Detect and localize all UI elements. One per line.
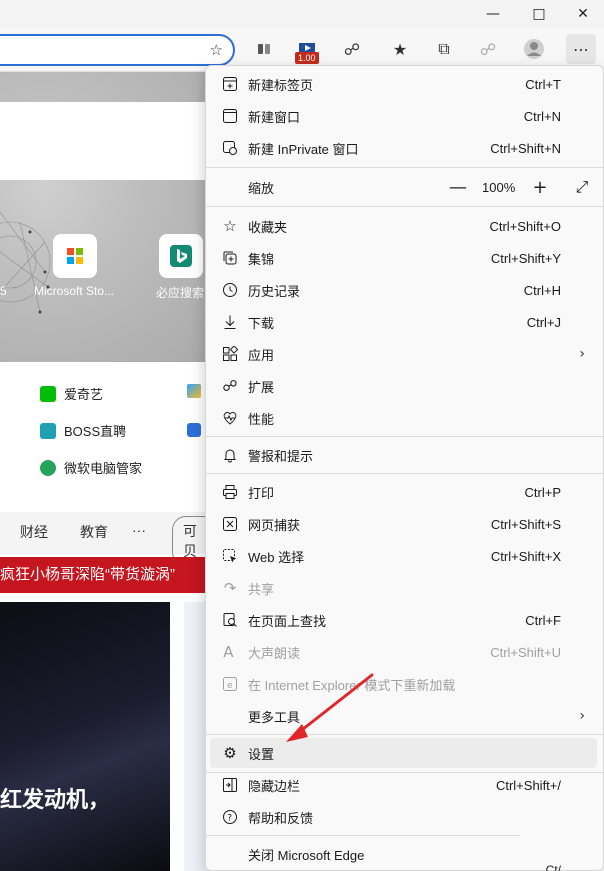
menu-separator	[206, 436, 603, 437]
maximize-icon[interactable]: □	[516, 0, 562, 28]
menu-item-performance[interactable]: 性能	[210, 403, 597, 433]
web-select-icon	[220, 546, 240, 566]
menu-item-help[interactable]: ? 帮助和反馈	[210, 802, 597, 832]
menu-item-read-aloud[interactable]: A 大声朗读 Ctrl+Shift+U	[210, 637, 597, 667]
new-window-icon	[220, 106, 240, 126]
link-iqiyi[interactable]: 爱奇艺	[40, 384, 103, 403]
tile-label: 必应搜索	[156, 286, 205, 300]
search-box[interactable]	[0, 102, 220, 180]
chevron-right-icon: ›	[579, 708, 585, 724]
collections-icon[interactable]: ⧉	[432, 37, 456, 61]
settings-icon: ⚙	[223, 744, 237, 762]
svg-text:?: ?	[227, 814, 232, 824]
menu-item-collections[interactable]: 集锦 Ctrl+Shift+Y	[210, 243, 597, 273]
menu-item-web-capture[interactable]: 网页捕获 Ctrl+Shift+S	[210, 509, 597, 539]
help-icon: ?	[220, 807, 240, 827]
bell-icon	[220, 445, 240, 465]
svg-text:e: e	[227, 681, 233, 691]
extensions-icon: ☍	[222, 377, 238, 395]
share-icon: ↷	[223, 579, 237, 597]
news-banner[interactable]: 疯狂小杨哥深陷“带货漩涡”	[0, 557, 220, 593]
tab-finance[interactable]: 财经	[20, 522, 48, 542]
tile-label: Microsoft Sto...	[34, 284, 115, 298]
tile-bing[interactable]	[159, 234, 203, 278]
tile-label: 5	[0, 284, 7, 298]
link-pc-manager[interactable]: 微软电脑管家	[40, 458, 142, 477]
download-icon	[220, 312, 240, 332]
inprivate-icon	[220, 138, 240, 158]
menu-item-more-tools[interactable]: 更多工具 ›	[210, 701, 597, 731]
new-tab-icon	[220, 74, 240, 94]
read-aloud-icon: A	[223, 643, 237, 661]
web-capture-icon	[220, 514, 240, 534]
favorites-icon[interactable]: ★	[388, 37, 412, 61]
menu-item-apps[interactable]: 应用 ›	[210, 339, 597, 369]
tile-microsoft-store[interactable]	[53, 234, 97, 278]
menu-item-new-window[interactable]: 新建窗口 Ctrl+N	[210, 101, 597, 131]
close-icon[interactable]: ✕	[560, 0, 604, 28]
menu-separator	[206, 734, 603, 735]
puzzle-icon[interactable]: ☍	[340, 37, 364, 61]
menu-item-new-inprivate[interactable]: 新建 InPrivate 窗口 Ctrl+Shift+N	[210, 133, 597, 163]
menu-item-close-edge[interactable]: 关闭 Microsoft Edge Ct/	[210, 839, 597, 871]
menu-separator	[206, 167, 603, 168]
news-headline: 红发动机，	[0, 787, 111, 812]
menu-item-zoom: 缩放 — 100% + ⤢	[210, 172, 597, 202]
zoom-out-button[interactable]: —	[446, 177, 470, 198]
profile-icon[interactable]	[522, 37, 546, 61]
favorites-icon: ☆	[223, 217, 237, 235]
tab-education[interactable]: 教育	[80, 522, 108, 542]
menu-item-downloads[interactable]: 下载 Ctrl+J	[210, 307, 597, 337]
chevron-right-icon: ›	[579, 346, 585, 362]
zoom-in-button[interactable]: +	[528, 177, 552, 198]
menu-item-print[interactable]: 打印 Ctrl+P	[210, 477, 597, 507]
menu-item-alerts[interactable]: 警报和提示	[210, 440, 597, 470]
browser-essentials-icon[interactable]: ☍	[476, 37, 500, 61]
add-favorite-icon[interactable]: ☆	[210, 41, 223, 59]
menu-separator	[206, 835, 520, 836]
settings-and-more-menu: 新建标签页 Ctrl+T 新建窗口 Ctrl+N 新建 InPrivate 窗口…	[205, 65, 604, 871]
zoom-level: 100%	[482, 179, 516, 195]
find-icon	[220, 610, 240, 630]
tab-more[interactable]: ···	[132, 522, 146, 538]
menu-item-extensions[interactable]: ☍ 扩展	[210, 371, 597, 401]
ie-mode-icon: e	[220, 674, 240, 694]
minimize-icon[interactable]: —	[470, 0, 516, 28]
menu-separator	[206, 473, 603, 474]
fullscreen-icon[interactable]: ⤢	[570, 177, 594, 197]
collections-icon	[220, 248, 240, 268]
performance-icon	[220, 408, 240, 428]
print-icon	[220, 482, 240, 502]
news-card[interactable]: 红发动机，	[0, 602, 170, 871]
link-video-icon[interactable]	[187, 384, 201, 398]
title-bar: — □ ✕	[0, 0, 604, 28]
menu-item-history[interactable]: 历史记录 Ctrl+H	[210, 275, 597, 305]
extension-badge: 1.00	[295, 52, 319, 64]
clipped-shortcut: Ct/	[545, 863, 561, 871]
menu-item-new-tab[interactable]: 新建标签页 Ctrl+T	[210, 69, 597, 99]
menu-item-favorites[interactable]: ☆ 收藏夹 Ctrl+Shift+O	[210, 211, 597, 241]
menu-item-settings[interactable]: ⚙ 设置	[210, 738, 597, 768]
menu-item-hide-sidebar[interactable]: 隐藏边栏 Ctrl+Shift+/	[210, 770, 597, 800]
menu-item-web-select[interactable]: Web 选择 Ctrl+Shift+X	[210, 541, 597, 571]
menu-item-ie-mode[interactable]: e 在 Internet Explorer 模式下重新加载	[210, 669, 597, 699]
sidebar-icon	[220, 775, 240, 795]
apps-icon	[220, 344, 240, 364]
address-bar[interactable]: ☆	[0, 34, 235, 66]
history-icon	[220, 280, 240, 300]
more-icon[interactable]: ⋯	[566, 34, 596, 64]
link-app-icon[interactable]	[187, 423, 201, 437]
link-boss[interactable]: BOSS直聘	[40, 421, 126, 440]
menu-item-find[interactable]: 在页面上查找 Ctrl+F	[210, 605, 597, 635]
menu-item-share[interactable]: ↷ 共享	[210, 573, 597, 603]
app-icon[interactable]	[252, 37, 276, 61]
quick-links: 爱奇艺 BOSS直聘 微软电脑管家	[0, 362, 220, 492]
feed-tabs: 财经 教育 ··· 可贝	[0, 512, 220, 566]
menu-separator	[206, 206, 603, 207]
